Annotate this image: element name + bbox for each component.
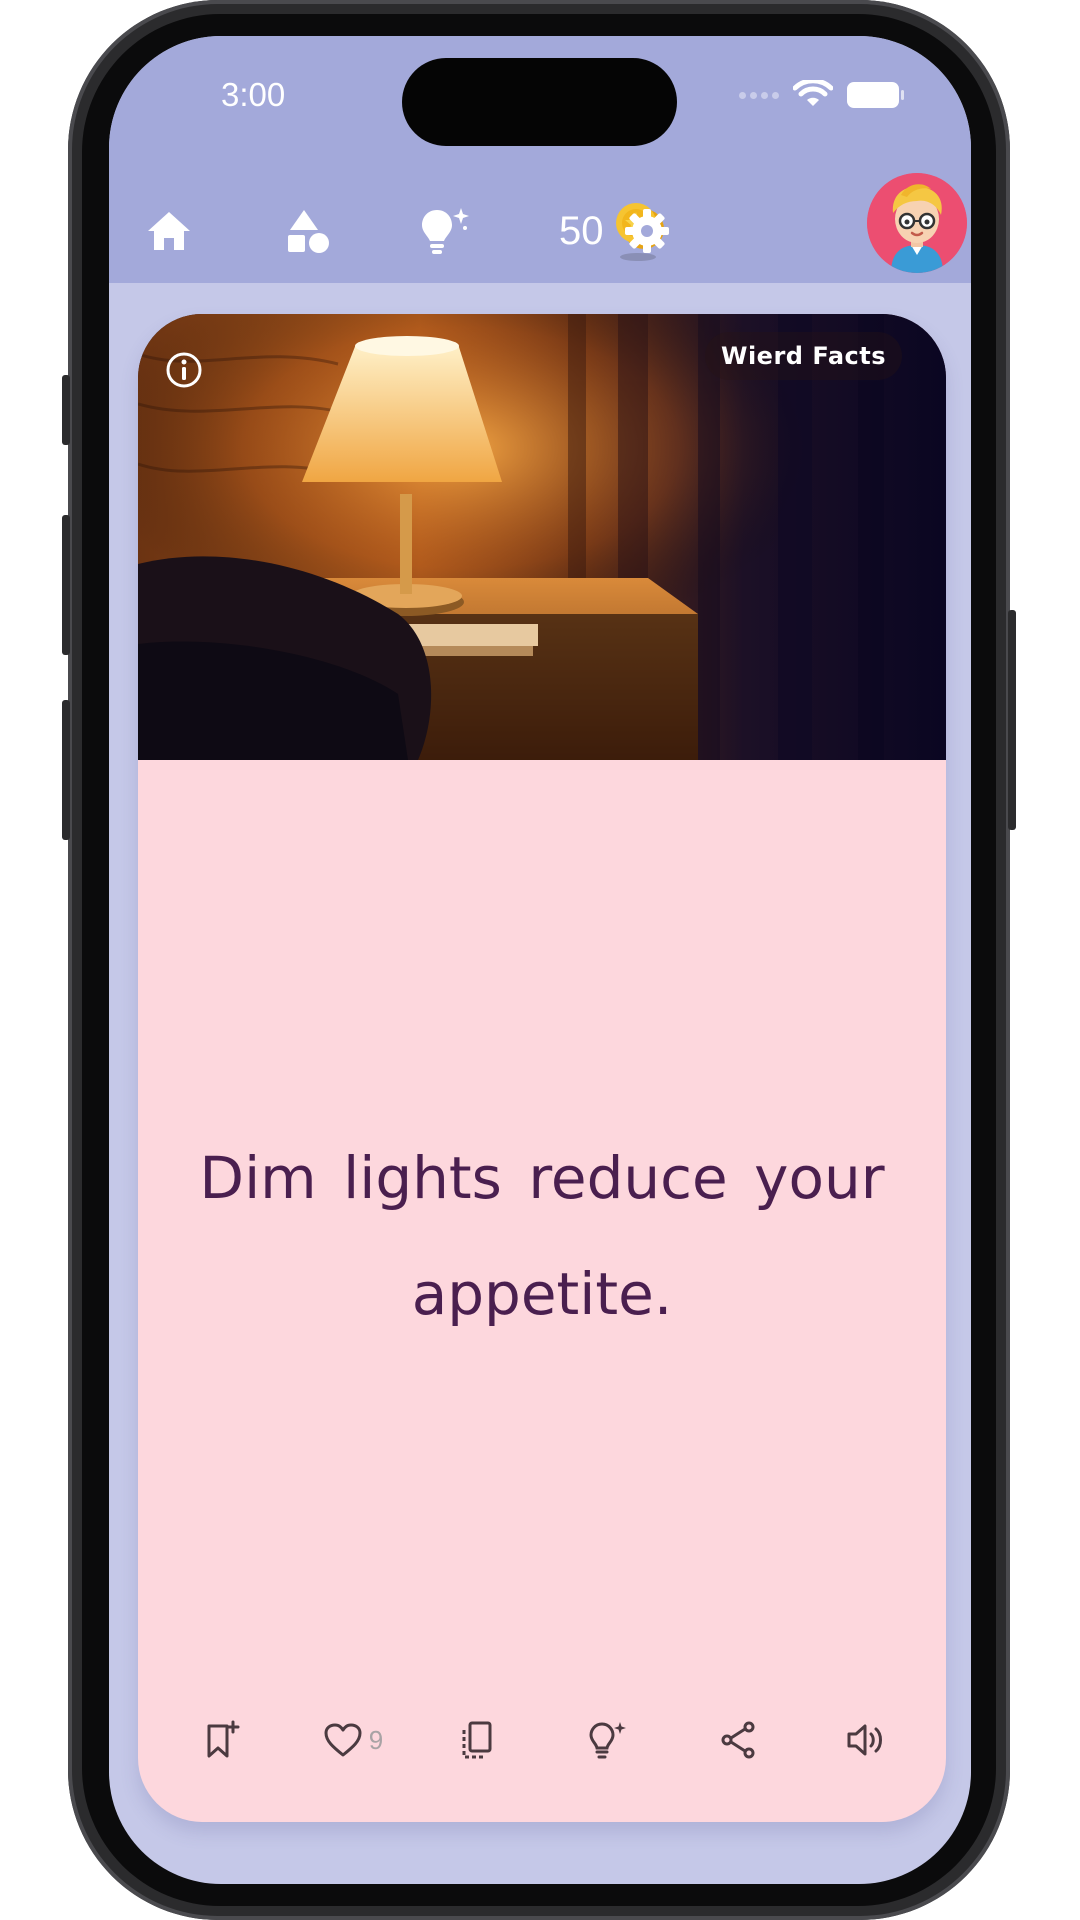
category-badge[interactable]: Wierd Facts bbox=[704, 332, 902, 380]
app-header: 3:00 50 bbox=[109, 36, 971, 283]
fact-image: Wierd Facts bbox=[138, 314, 946, 760]
lightbulb-sparkle-icon bbox=[422, 208, 469, 254]
shapes-icon bbox=[288, 210, 329, 253]
sound-button[interactable] bbox=[830, 1704, 900, 1776]
nav-ideas[interactable] bbox=[405, 186, 485, 276]
bedside-lamp-photo bbox=[138, 314, 946, 760]
nav-home[interactable] bbox=[129, 186, 209, 276]
screen: 3:00 50 Wierd Facts Dim lights reduce yo… bbox=[109, 36, 971, 1884]
nav-categories[interactable] bbox=[269, 186, 349, 276]
volume-down-button bbox=[62, 700, 70, 840]
home-icon bbox=[148, 212, 190, 250]
avatar-boy-glasses-icon bbox=[867, 173, 967, 273]
bookmark-button[interactable] bbox=[188, 1704, 258, 1776]
status-icons bbox=[739, 80, 904, 110]
avatar[interactable] bbox=[867, 173, 967, 273]
volume-up-button bbox=[62, 515, 70, 655]
fact-card[interactable]: Wierd Facts Dim lights reduce your appet… bbox=[138, 314, 946, 1822]
status-time: 3:00 bbox=[221, 76, 286, 113]
battery-icon bbox=[847, 82, 904, 108]
copy-icon bbox=[462, 1721, 492, 1759]
cellular-signal-icon bbox=[739, 91, 779, 99]
info-button[interactable] bbox=[162, 348, 206, 392]
bookmark-add-icon bbox=[207, 1720, 240, 1758]
heart-icon bbox=[324, 1723, 362, 1757]
dynamic-island bbox=[402, 58, 677, 146]
card-actions: 9 bbox=[138, 1704, 946, 1776]
power-button bbox=[1008, 610, 1016, 830]
lightbulb-sparkle-icon bbox=[589, 1722, 626, 1759]
nav-settings[interactable] bbox=[607, 186, 687, 276]
speaker-icon bbox=[847, 1724, 882, 1756]
like-count: 9 bbox=[368, 1724, 384, 1755]
share-button[interactable] bbox=[703, 1704, 773, 1776]
fact-text: Dim lights reduce your appetite. bbox=[199, 1144, 885, 1328]
wifi-icon bbox=[793, 80, 833, 106]
gear-icon bbox=[625, 209, 669, 253]
info-icon bbox=[166, 352, 202, 388]
action-button bbox=[62, 375, 70, 445]
idea-button[interactable] bbox=[572, 1704, 642, 1776]
like-button[interactable]: 9 bbox=[308, 1704, 398, 1776]
share-icon bbox=[721, 1721, 755, 1759]
coin-count: 50 bbox=[559, 208, 604, 253]
copy-button[interactable] bbox=[443, 1704, 513, 1776]
top-nav: 50 bbox=[109, 186, 971, 276]
